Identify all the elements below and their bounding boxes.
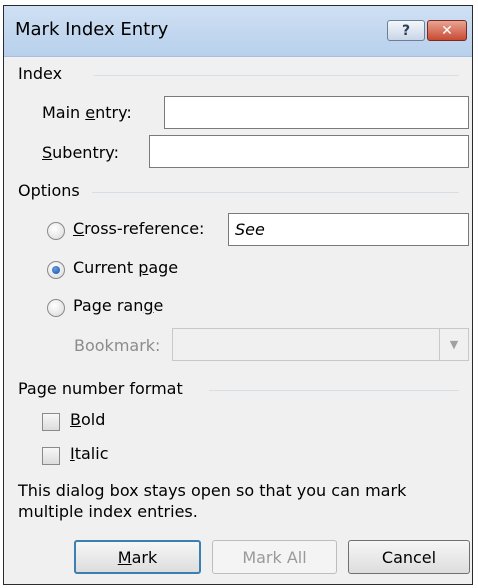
info-text: This dialog box stays open so that you c…: [18, 481, 407, 521]
cancel-button[interactable]: Cancel: [348, 540, 470, 574]
help-button[interactable]: ?: [387, 20, 425, 41]
current-page-label: Current page: [73, 258, 179, 277]
options-section-label: Options: [18, 181, 80, 200]
index-separator: [94, 75, 459, 76]
help-icon: ?: [401, 22, 411, 39]
italic-label: Italic: [70, 444, 109, 463]
bold-label: Bold: [70, 410, 106, 429]
main-entry-label: Main entry:: [42, 103, 132, 122]
close-icon: ✕: [441, 22, 453, 39]
current-page-radio[interactable]: [47, 261, 65, 279]
title-bar: Mark Index Entry ? ✕: [4, 6, 472, 57]
mark-button[interactable]: Mark: [74, 540, 201, 574]
format-section-label: Page number format: [18, 379, 183, 398]
page-range-radio[interactable]: [47, 299, 65, 317]
subentry-input[interactable]: [149, 135, 469, 168]
close-button[interactable]: ✕: [427, 20, 467, 41]
subentry-label: Subentry:: [42, 143, 119, 162]
cross-reference-radio[interactable]: [47, 222, 65, 240]
cross-reference-label: Cross-reference:: [73, 219, 205, 238]
mark-index-entry-dialog: Mark Index Entry ? ✕ Index Main entry: S…: [3, 5, 473, 585]
index-section-label: Index: [18, 64, 63, 83]
format-separator: [209, 390, 459, 391]
mark-all-button[interactable]: Mark All: [212, 540, 337, 574]
bookmark-dropdown[interactable]: ▼: [172, 328, 469, 361]
bold-checkbox[interactable]: [42, 413, 60, 431]
radio-selected-dot: [52, 266, 60, 274]
page-range-label: Page range: [73, 296, 164, 315]
cross-reference-input[interactable]: [228, 213, 469, 246]
chevron-down-icon: ▼: [439, 329, 468, 360]
dialog-title: Mark Index Entry: [15, 19, 169, 40]
options-separator: [92, 192, 459, 193]
main-entry-input[interactable]: [164, 96, 469, 129]
bookmark-label: Bookmark:: [74, 336, 161, 355]
italic-checkbox[interactable]: [42, 447, 60, 465]
